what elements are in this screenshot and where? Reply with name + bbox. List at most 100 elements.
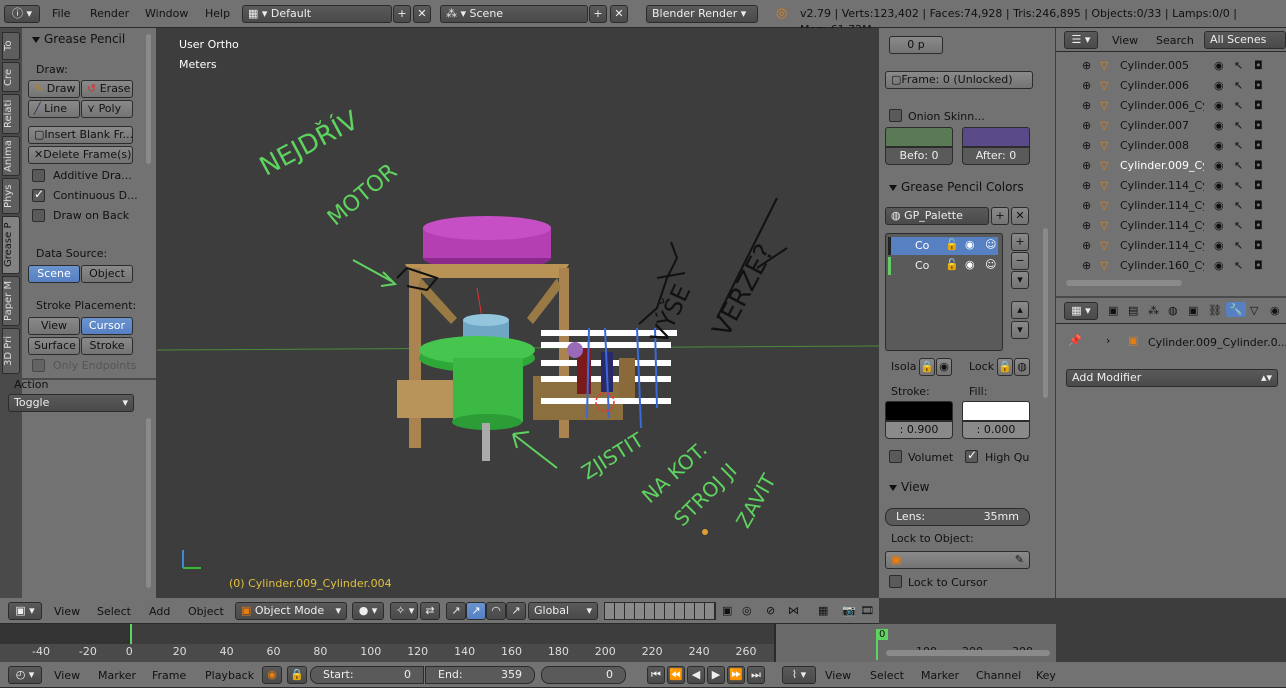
layer-buttons[interactable]: [604, 602, 716, 620]
cursor-icon[interactable]: ↖: [1234, 136, 1243, 156]
scene-add-button[interactable]: +: [589, 5, 607, 23]
jump-end-button[interactable]: ⏭: [747, 666, 765, 684]
cursor-icon[interactable]: ↖: [1234, 156, 1243, 176]
toolshelf-scrollbar-lower[interactable]: [146, 418, 151, 588]
world-icon[interactable]: ◍: [1168, 304, 1178, 317]
placement-cursor-button[interactable]: Cursor: [81, 317, 133, 335]
menu-add[interactable]: Add: [149, 604, 170, 620]
palette-add-button[interactable]: +: [991, 207, 1009, 225]
lock-color-button[interactable]: ◍: [1014, 358, 1030, 376]
rotate-manipulator[interactable]: ↗: [466, 602, 486, 620]
graph-editor-type[interactable]: ⌇ ▾: [782, 666, 816, 684]
outliner-menu-search[interactable]: Search: [1156, 33, 1194, 49]
toolshelf-scrollbar[interactable]: [146, 34, 151, 164]
expand-icon[interactable]: ⊕: [1082, 256, 1091, 276]
camera-icon[interactable]: ◘: [1254, 176, 1263, 196]
object-icon[interactable]: ▣: [1188, 304, 1198, 317]
ghost-icon[interactable]: ☺: [985, 258, 996, 271]
timeline-menu-view[interactable]: View: [54, 668, 80, 684]
grease-pencil-panel-header[interactable]: Grease Pencil: [32, 32, 125, 46]
eye-icon[interactable]: ◉: [1214, 136, 1224, 156]
tab-tools[interactable]: To: [2, 32, 20, 60]
color-move-down-button[interactable]: ▾: [1011, 321, 1029, 339]
cursor-icon[interactable]: ↖: [1234, 116, 1243, 136]
camera-icon[interactable]: ◘: [1254, 236, 1263, 256]
timeline[interactable]: -40 -20 0 20 40 60 80 100 120 140 160 180 200 220 240 2…: [0, 624, 774, 662]
eye-icon[interactable]: ◉: [1214, 176, 1224, 196]
eye-icon[interactable]: ◉: [1214, 156, 1224, 176]
cursor-icon[interactable]: ↖: [1234, 76, 1243, 96]
frame-status-field[interactable]: ▢Frame: 0 (Unlocked): [885, 71, 1033, 89]
render-layers-icon[interactable]: ▤: [1128, 304, 1138, 317]
only-endpoints-checkbox[interactable]: [32, 359, 45, 372]
expand-icon[interactable]: ⊕: [1082, 216, 1091, 236]
tab-paper-model[interactable]: Paper M: [2, 276, 20, 326]
properties-scrollbar[interactable]: [1043, 228, 1048, 398]
timeline-menu-marker[interactable]: Marker: [98, 668, 136, 684]
expand-icon[interactable]: ⊕: [1082, 196, 1091, 216]
eye-icon[interactable]: ◉: [1214, 216, 1224, 236]
data-source-scene-button[interactable]: Scene: [28, 265, 80, 283]
material-icon[interactable]: ◉: [1270, 304, 1280, 317]
onion-before-field[interactable]: Befo: 0: [885, 147, 953, 165]
timeline-menu-playback[interactable]: Playback: [205, 668, 254, 684]
snap-element-icon[interactable]: ⋈: [788, 604, 799, 617]
play-button[interactable]: ▶: [707, 666, 725, 684]
tab-create[interactable]: Cre: [2, 62, 20, 92]
eye-icon[interactable]: ◉: [1214, 76, 1224, 96]
graph-menu-marker[interactable]: Marker: [921, 668, 959, 684]
eye-icon[interactable]: ◉: [1214, 96, 1224, 116]
timeline-scrollbar[interactable]: [886, 650, 1050, 656]
cursor-icon[interactable]: ↖: [1234, 236, 1243, 256]
tab-3d-print[interactable]: 3D Pri: [2, 328, 20, 374]
eye-icon[interactable]: ◉: [1214, 196, 1224, 216]
record-button[interactable]: ◉: [262, 666, 282, 684]
onion-after-field[interactable]: After: 0: [962, 147, 1030, 165]
scale-manipulator[interactable]: ◠: [486, 602, 506, 620]
layout-selector[interactable]: ▦ ▾ Default: [242, 5, 392, 23]
manipulator-toggle[interactable]: ⇄: [420, 602, 440, 620]
draw-button[interactable]: ✎ Draw: [28, 80, 80, 98]
camera-icon[interactable]: ◘: [1254, 156, 1263, 176]
timeline-right[interactable]: 0 100 200 300: [774, 624, 1056, 662]
onion-before-swatch[interactable]: [885, 127, 953, 147]
jump-start-button[interactable]: ⏮: [647, 666, 665, 684]
placement-view-button[interactable]: View: [28, 317, 80, 335]
layout-add-button[interactable]: +: [393, 5, 411, 23]
tab-physics[interactable]: Phys: [2, 178, 20, 214]
view-panel-header[interactable]: View: [889, 480, 929, 494]
camera-icon[interactable]: ◘: [1254, 56, 1263, 76]
line-button[interactable]: ╱ Line: [28, 100, 80, 118]
erase-button[interactable]: ↺ Erase: [81, 80, 133, 98]
color-remove-button[interactable]: −: [1011, 252, 1029, 270]
pivot-selector[interactable]: ✧ ▾: [390, 602, 418, 620]
poly-button[interactable]: ⋎ Poly: [81, 100, 133, 118]
tab-relations[interactable]: Relati: [2, 94, 20, 134]
isolate-eye-button[interactable]: ◉: [936, 358, 952, 376]
eyedropper-icon[interactable]: ✎: [1015, 552, 1024, 568]
outliner-row[interactable]: ⊕ ▽ Cylinder.005 ◉ ↖ ◘: [1064, 56, 1268, 76]
snap-icon[interactable]: ⊘: [766, 604, 775, 617]
eye-icon[interactable]: ◉: [965, 238, 975, 251]
info-editor-type[interactable]: ⓘ ▾: [4, 5, 40, 23]
expand-icon[interactable]: ⊕: [1082, 236, 1091, 256]
jump-keyframe-back-button[interactable]: ⏪: [667, 666, 685, 684]
eye-icon[interactable]: ◉: [1214, 256, 1224, 276]
cursor-icon[interactable]: ↖: [1234, 96, 1243, 116]
delete-frames-button[interactable]: ✕Delete Frame(s): [28, 146, 133, 164]
outliner-row[interactable]: ⊕ ▽ Cylinder.006_Cyli ◉ ↖ ◘: [1064, 96, 1268, 116]
color-menu-button[interactable]: ▾: [1011, 271, 1029, 289]
volumetric-checkbox[interactable]: [889, 450, 902, 463]
isolate-lock-button[interactable]: 🔒: [919, 358, 935, 376]
render-icon[interactable]: ▣: [1108, 304, 1118, 317]
stroke-alpha-field[interactable]: : 0.900: [885, 421, 953, 439]
scale-manipulator-2[interactable]: ↗: [506, 602, 526, 620]
expand-icon[interactable]: ⊕: [1082, 76, 1091, 96]
graph-menu-key[interactable]: Key: [1036, 668, 1056, 684]
action-toggle-dropdown[interactable]: Toggle ▾: [8, 394, 134, 412]
stroke-color-swatch[interactable]: [885, 401, 953, 421]
lens-field[interactable]: Lens: 35mm: [885, 508, 1030, 526]
layer-lock-icon[interactable]: ▣: [722, 604, 732, 617]
mode-selector[interactable]: ▣ Object Mode ▾: [235, 602, 347, 620]
outliner-row[interactable]: ⊕ ▽ Cylinder.114_Cyli ◉ ↖ ◘: [1064, 216, 1268, 236]
